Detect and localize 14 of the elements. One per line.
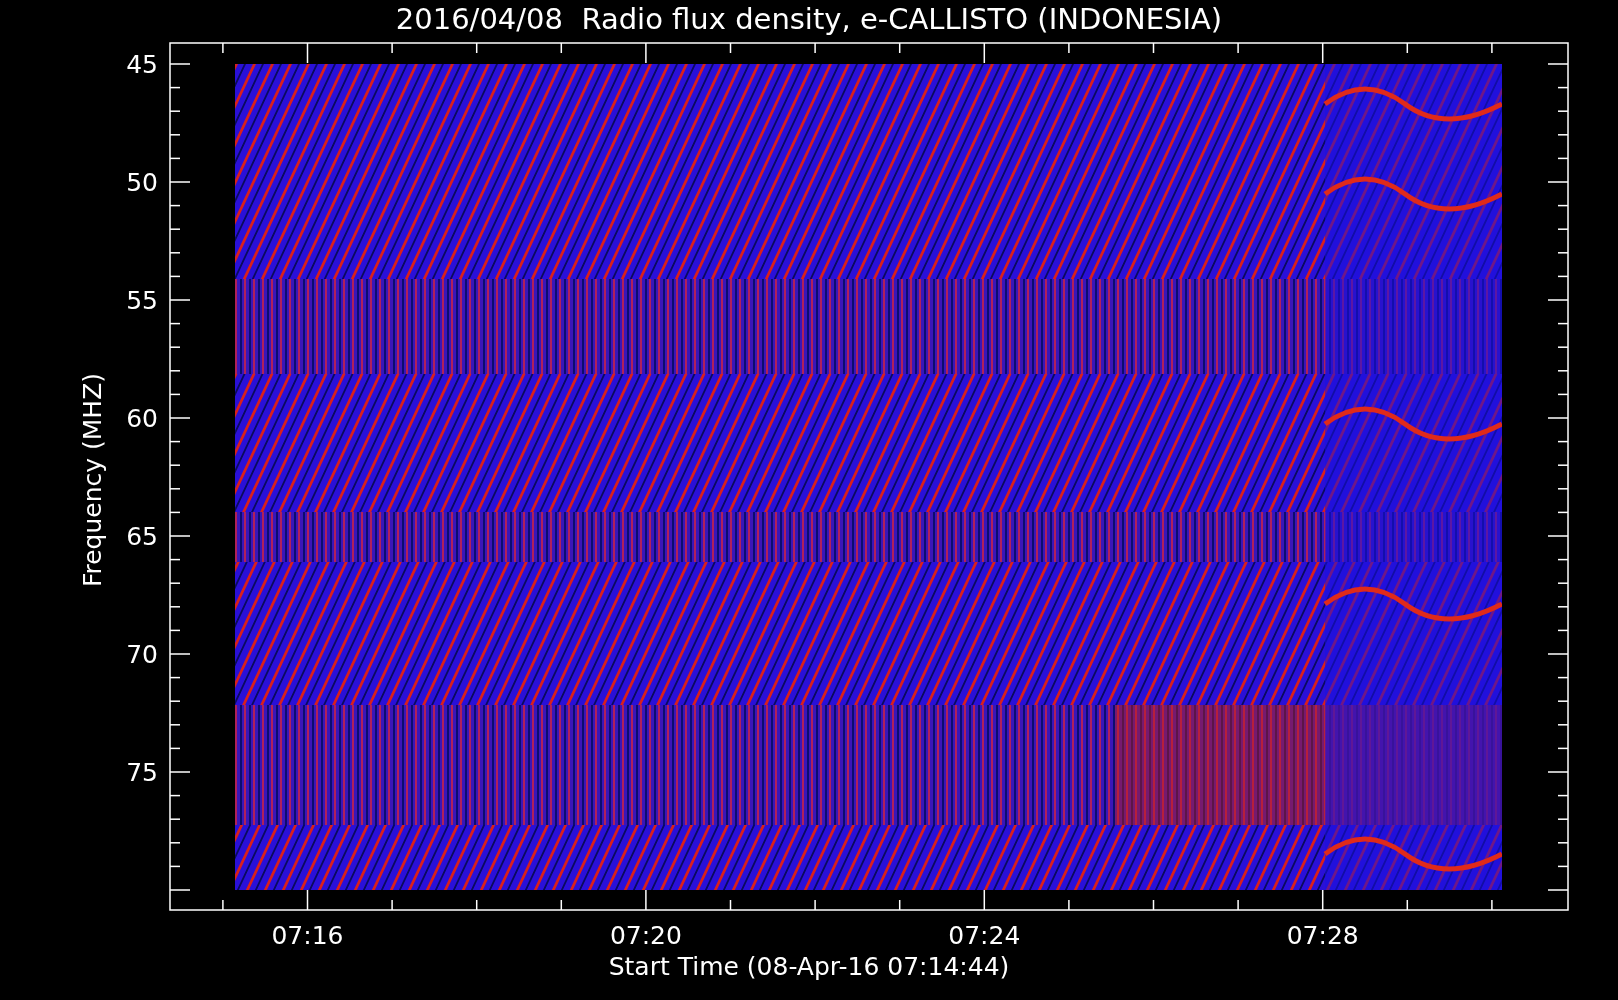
axis-tick-label: 07:16 <box>271 921 344 950</box>
axis-title: Start Time (08-Apr-16 07:14:44) <box>608 952 1010 981</box>
axis-tick-label: 60 <box>126 404 158 433</box>
axis-tick-label: 07:20 <box>609 921 682 950</box>
axis-title: Frequency (MHZ) <box>78 372 107 588</box>
axis-tick-label: 45 <box>126 50 158 79</box>
axis-tick-label: 70 <box>126 640 158 669</box>
axis-tick-label: 55 <box>126 286 158 315</box>
axis-tick-label: 50 <box>126 168 158 197</box>
axis-tick-label: 07:24 <box>948 921 1021 950</box>
axis-tick-label: 75 <box>126 758 158 787</box>
axis-tick-label: 07:28 <box>1286 921 1359 950</box>
axis-tick-label: 65 <box>126 522 158 551</box>
chart-title: 2016/04/08 Radio flux density, e-CALLISTO (INDONESIA) <box>395 2 1223 36</box>
